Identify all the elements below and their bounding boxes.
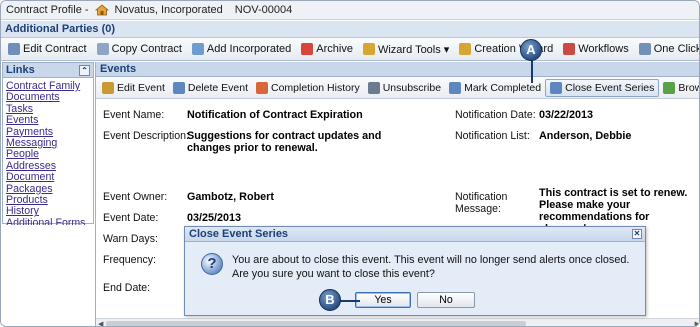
report-icon: [638, 43, 651, 55]
events-header: Events: [96, 62, 699, 77]
dialog-title-bar: Close Event Series ✕: [185, 227, 645, 242]
browse-events-button[interactable]: Browse Events: [659, 77, 699, 98]
mark-completed-label: Mark Completed: [464, 81, 542, 94]
scroll-right-icon[interactable]: ▶: [695, 320, 699, 326]
notification-message-label: Notification Message:: [455, 191, 508, 215]
completion-history-icon: [256, 81, 268, 94]
dialog-message: You are about to close this event. This …: [232, 254, 630, 280]
callout-b-badge: B: [319, 289, 341, 311]
links-title: Links: [6, 64, 35, 76]
add-incorporated-icon: [191, 43, 204, 55]
delete-event-button[interactable]: Delete Event: [169, 77, 252, 98]
unsubscribe-button[interactable]: Unsubscribe: [364, 77, 445, 98]
left-blank-area: [1, 225, 95, 326]
link-document-packages[interactable]: Document Packages: [6, 172, 93, 195]
notification-date-value: 03/22/2013: [539, 109, 594, 121]
close-event-series-label: Close Event Series: [565, 81, 655, 94]
workflows-icon: [563, 43, 576, 55]
event-owner-label: Event Owner:: [103, 191, 168, 203]
completion-history-button[interactable]: Completion History: [252, 77, 364, 98]
title-prefix: Contract Profile -: [6, 4, 89, 16]
event-date-value: 03/25/2013: [187, 212, 242, 224]
links-header: Links ⌃: [3, 63, 93, 78]
edit-contract-button[interactable]: Edit Contract: [4, 39, 91, 60]
app-window: Contract Profile - Novatus, Incorporated…: [0, 0, 700, 327]
scroll-thumb[interactable]: [106, 321, 526, 326]
mark-completed-icon: [449, 81, 462, 94]
collapse-icon[interactable]: ⌃: [79, 64, 90, 76]
add-incorporated-button[interactable]: Add Incorporated: [188, 39, 295, 60]
event-description-value: Suggestions for contract updates and cha…: [187, 130, 382, 154]
browse-events-label: Browse Events: [678, 81, 699, 94]
callout-b-leader: [340, 300, 360, 302]
warn-days-label: Warn Days:: [103, 233, 158, 245]
event-description-label: Event Description:: [103, 130, 189, 142]
close-event-series-button[interactable]: Close Event Series: [545, 78, 660, 97]
one-click-report-button[interactable]: One Click Report: [635, 39, 700, 60]
unsubscribe-icon: [367, 81, 380, 94]
link-events[interactable]: Events: [6, 114, 93, 126]
copy-contract-button[interactable]: Copy Contract: [93, 39, 186, 60]
end-date-label: End Date:: [103, 282, 151, 294]
edit-event-label: Edit Event: [117, 81, 165, 94]
wand-icon: [459, 43, 472, 55]
company-name: Novatus, Incorporated: [114, 4, 223, 16]
links-panel: Links ⌃ Contract Family Documents Tasks Eve…: [2, 62, 94, 229]
notification-date-label: Notification Date:: [455, 109, 536, 121]
edit-contract-icon: [8, 43, 20, 55]
add-incorporated-label: Add Incorporated: [206, 43, 292, 55]
edit-contract-label: Edit Contract: [23, 43, 87, 55]
dialog-close-icon[interactable]: ✕: [632, 229, 642, 239]
archive-icon: [301, 43, 314, 55]
delete-event-label: Delete Event: [187, 81, 248, 94]
copy-icon: [96, 43, 109, 55]
edit-event-button[interactable]: Edit Event: [98, 77, 169, 98]
frequency-label: Frequency:: [103, 254, 156, 266]
wand-icon: [362, 43, 375, 55]
question-icon: ?: [201, 253, 223, 275]
completion-history-label: Completion History: [271, 81, 360, 94]
wizard-tools-label: Wizard Tools ▾: [377, 43, 450, 56]
dialog-title: Close Event Series: [189, 228, 289, 240]
workflows-button[interactable]: Workflows: [559, 39, 633, 60]
dialog-body: ? You are about to close this event. Thi…: [185, 243, 645, 315]
close-event-series-dialog: Close Event Series ✕ ? You are about to …: [184, 226, 646, 316]
house-icon: [94, 4, 109, 16]
unsubscribe-label: Unsubscribe: [382, 81, 442, 94]
horizontal-scrollbar[interactable]: ◀ ▶: [96, 318, 699, 326]
links-list: Contract Family Documents Tasks Events Payme…: [3, 78, 93, 229]
main-toolbar: Edit Contract Copy Contract Add Incorporat…: [1, 38, 700, 61]
event-owner-value: Gambotz, Robert: [187, 191, 274, 203]
browse-events-icon: [663, 81, 676, 94]
event-name-value: Notification of Contract Expiration: [187, 109, 363, 121]
close-series-icon: [550, 81, 563, 94]
callout-a-leader: [531, 59, 533, 83]
workflows-label: Workflows: [578, 43, 629, 55]
delete-event-icon: [172, 81, 185, 94]
record-id: NOV-00004: [234, 4, 293, 16]
archive-button[interactable]: Archive: [297, 39, 357, 60]
title-bar: Contract Profile - Novatus, Incorporated…: [1, 1, 699, 20]
edit-event-icon: [102, 81, 114, 94]
callout-a-badge: A: [520, 39, 542, 61]
yes-button[interactable]: Yes: [355, 292, 411, 308]
no-button[interactable]: No: [417, 292, 475, 308]
one-click-report-label: One Click Report: [653, 43, 700, 55]
archive-label: Archive: [316, 43, 353, 55]
notification-list-label: Notification List:: [455, 130, 530, 142]
event-name-label: Event Name:: [103, 109, 165, 121]
wizard-tools-button[interactable]: Wizard Tools ▾: [359, 39, 453, 60]
additional-parties-header[interactable]: Additional Parties (0): [1, 21, 699, 38]
event-date-label: Event Date:: [103, 212, 159, 224]
events-toolbar: Edit Event Delete Event Completion History…: [96, 77, 699, 99]
copy-contract-label: Copy Contract: [111, 43, 182, 55]
notification-list-value: Anderson, Debbie: [539, 130, 632, 142]
scroll-left-icon[interactable]: ◀: [98, 320, 103, 326]
